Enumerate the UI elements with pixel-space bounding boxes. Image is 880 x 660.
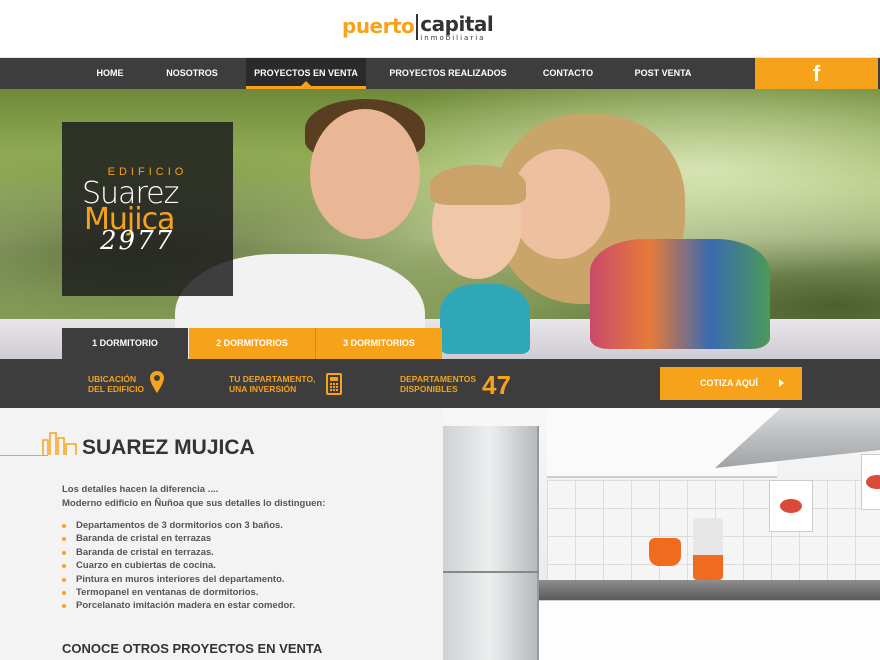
nav-item-contacto[interactable]: CONTACTO — [530, 58, 606, 89]
fridge-door-line — [443, 571, 539, 573]
hero-woman-face — [510, 149, 610, 259]
hero-woman-dress — [590, 239, 770, 349]
description-line1: Los detalles hacen la diferencia .... — [62, 484, 219, 495]
kitchen-photo — [443, 408, 880, 660]
facebook-icon[interactable]: f — [755, 58, 878, 89]
ubicacion-link[interactable]: UBICACIÓN DEL EDIFICIO — [88, 374, 144, 394]
hero-girl-hair — [430, 165, 526, 205]
tab-1-dormitorio[interactable]: 1 DORMITORIO — [62, 328, 188, 359]
list-item: Termopanel en ventanas de dormitorios. — [62, 586, 295, 599]
list-item: Porcelanato imitación madera en estar co… — [62, 599, 295, 612]
list-item: Departamentos de 3 dormitorios con 3 bañ… — [62, 519, 295, 532]
buildings-icon — [42, 432, 77, 455]
nav-item-proyectos-en-venta[interactable]: PROYECTOS EN VENTA — [246, 58, 366, 89]
list-item: Baranda de cristal en terrazas — [62, 532, 295, 545]
kitchen-lower-cabinets — [539, 600, 880, 660]
inversion-link[interactable]: TU DEPARTAMENTO, UNA INVERSIÓN — [229, 374, 315, 394]
other-projects-heading: CONOCE OTROS PROYECTOS EN VENTA — [62, 641, 323, 656]
list-item: Pintura en muros interiores del departam… — [62, 573, 295, 586]
arrow-right-icon — [779, 379, 784, 387]
inversion-line2: UNA INVERSIÓN — [229, 384, 297, 394]
disponibles-line1: DEPARTAMENTOS — [400, 374, 477, 384]
nav-item-proyectos-realizados[interactable]: PROYECTOS REALIZADOS — [388, 58, 508, 89]
title-accent-line — [0, 455, 48, 456]
kitchen-counter — [539, 580, 880, 600]
kitchen-blender — [693, 518, 723, 580]
calculator-icon[interactable] — [326, 373, 342, 395]
logo-subtitle: inmobiliaria — [420, 34, 486, 42]
ubicacion-line2: DEL EDIFICIO — [88, 384, 145, 394]
building-number: 2977 — [100, 226, 175, 256]
tab-3-dormitorios[interactable]: 3 DORMITORIOS — [316, 328, 442, 359]
nav-item-nosotros[interactable]: NOSOTROS — [160, 58, 224, 89]
hero-man-head — [310, 109, 420, 239]
disponibles-count: 47 — [482, 370, 511, 400]
disponibles-line2: DISPONIBLES — [400, 384, 458, 394]
kitchen-crab-tile — [861, 454, 880, 510]
logo-separator — [416, 14, 419, 40]
list-item: Baranda de cristal en terrazas. — [62, 546, 295, 559]
nav-item-post-venta[interactable]: POST VENTA — [628, 58, 698, 89]
disponibles-label: DEPARTAMENTOS DISPONIBLES — [400, 374, 476, 394]
cotiza-label: COTIZA AQUÍ — [700, 378, 758, 388]
project-title: SUAREZ MUJICA — [82, 436, 255, 459]
features-list: Departamentos de 3 dormitorios con 3 bañ… — [62, 519, 295, 613]
hero-girl-body — [440, 284, 530, 354]
crab-icon — [780, 499, 802, 513]
crab-icon — [866, 475, 880, 489]
ubicacion-line1: UBICACIÓN — [88, 374, 137, 384]
site-header: puerto capital inmobiliaria — [0, 0, 880, 58]
main-nav: HOME NOSOTROS PROYECTOS EN VENTA PROYECT… — [0, 58, 880, 89]
map-pin-icon[interactable] — [150, 371, 164, 393]
kitchen-crab-tile — [769, 480, 813, 532]
cotiza-button[interactable]: COTIZA AQUÍ — [660, 367, 802, 400]
tab-2-dormitorios[interactable]: 2 DORMITORIOS — [189, 328, 315, 359]
logo-right: capital inmobiliaria — [420, 14, 493, 43]
inversion-line1: TU DEPARTAMENTO, — [229, 374, 316, 384]
kitchen-fridge — [443, 426, 539, 660]
project-description: Los detalles hacen la diferencia .... Mo… — [62, 483, 325, 510]
logo[interactable]: puerto capital inmobiliaria — [342, 14, 494, 43]
logo-capital: capital — [420, 12, 494, 36]
description-line2: Moderno edificio en Ñuñoa que sus detall… — [62, 497, 326, 509]
logo-puerto: puerto — [342, 14, 415, 38]
active-caret-icon — [301, 81, 311, 86]
list-item: Cuarzo en cubiertas de cocina. — [62, 559, 295, 572]
nav-item-home[interactable]: HOME — [82, 58, 138, 89]
kitchen-pot — [649, 538, 681, 566]
nav-item-label: PROYECTOS EN VENTA — [254, 68, 358, 78]
building-name-box: EDIFICIO Suarez Mujica 2977 — [62, 122, 233, 296]
